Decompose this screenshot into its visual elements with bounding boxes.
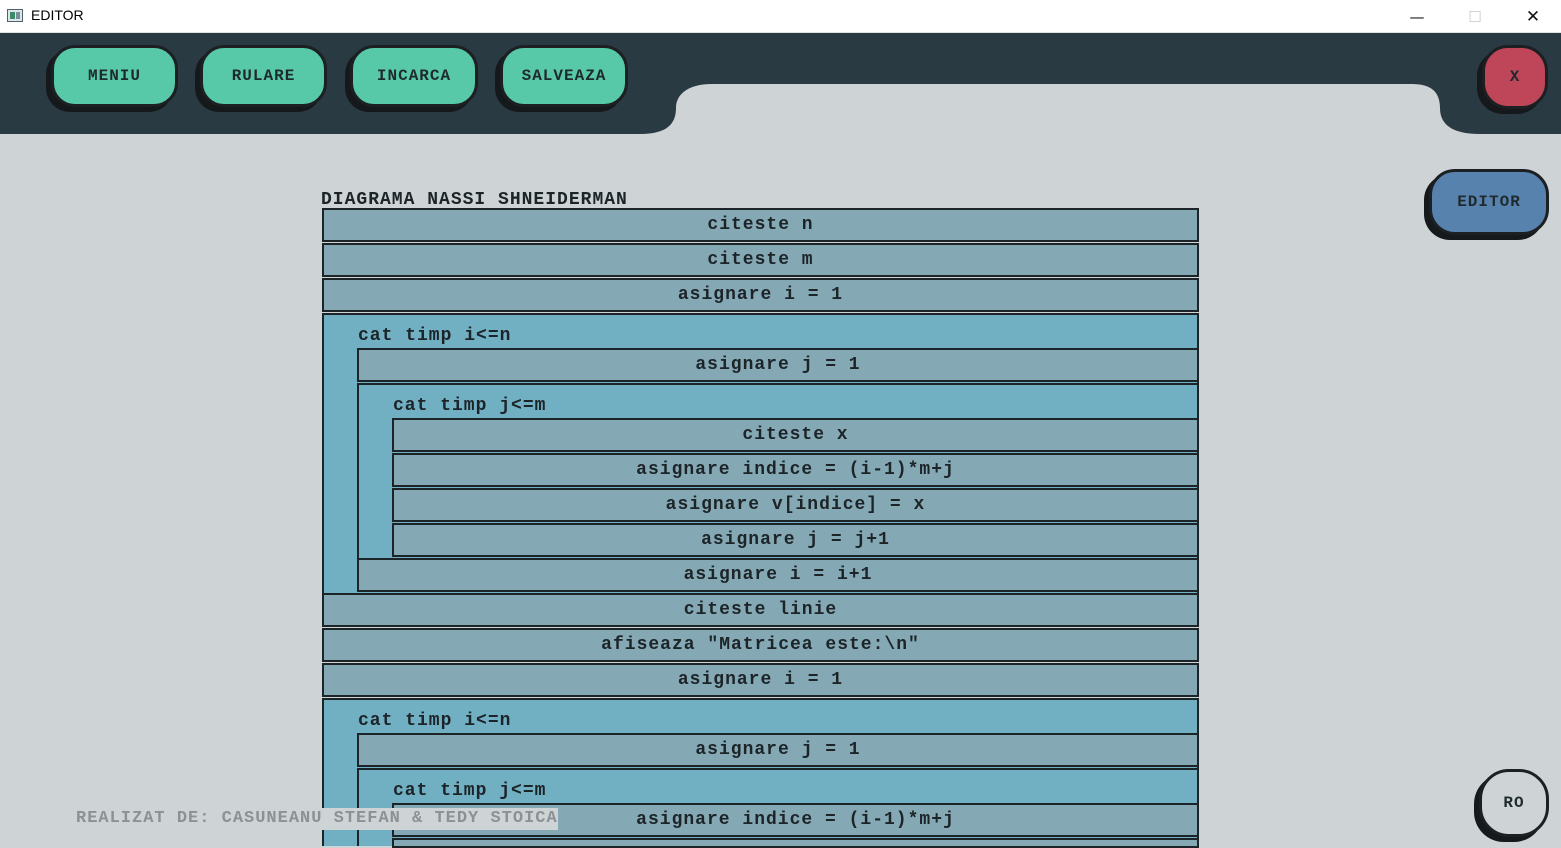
close-window-button[interactable]: ✕ xyxy=(1504,0,1561,33)
editor-button[interactable]: EDITOR xyxy=(1429,169,1549,235)
diagram-statement[interactable]: citeste m xyxy=(322,243,1199,277)
diagram-statement[interactable]: citeste n xyxy=(322,208,1199,242)
save-button[interactable]: SALVEAZA xyxy=(500,45,628,107)
language-button[interactable]: RO xyxy=(1479,769,1549,837)
diagram-statement[interactable]: asignare i = 1 xyxy=(322,663,1199,697)
diagram-statement[interactable]: asignare indice = (i-1)*m+j xyxy=(392,453,1199,487)
loop-condition: cat timp j<=m xyxy=(393,396,547,416)
diagram-statement[interactable]: asignare j = j+1 xyxy=(392,523,1199,557)
diagram-statement[interactable]: asignare j = 1 xyxy=(357,733,1199,767)
diagram-statement[interactable]: asignare v[indice] = x xyxy=(392,488,1199,522)
menu-button[interactable]: MENIU xyxy=(51,45,178,107)
diagram-statement[interactable]: asignare i = 1 xyxy=(322,278,1199,312)
loop-condition: cat timp i<=n xyxy=(358,711,512,731)
diagram-statement[interactable]: asignare j = 1 xyxy=(357,348,1199,382)
run-button[interactable]: RULARE xyxy=(200,45,327,107)
diagram-statement[interactable]: citeste x xyxy=(392,418,1199,452)
close-app-button[interactable]: X xyxy=(1482,45,1548,109)
window-titlebar: EDITOR — ☐ ✕ xyxy=(0,0,1561,33)
diagram-statement[interactable]: citeste linie xyxy=(322,593,1199,627)
maximize-button[interactable]: ☐ xyxy=(1446,0,1504,33)
diagram-statement[interactable]: asignare i = i+1 xyxy=(357,558,1199,592)
loop-condition: cat timp j<=m xyxy=(393,781,547,801)
diagram-statement[interactable] xyxy=(392,838,1199,848)
load-button[interactable]: INCARCA xyxy=(350,45,478,107)
credits-footer: REALIZAT DE: CASUNEANU STEFAN & TEDY STO… xyxy=(76,808,558,830)
diagram-statement[interactable]: afiseaza "Matricea este:\n" xyxy=(322,628,1199,662)
app-icon xyxy=(7,9,23,22)
minimize-button[interactable]: — xyxy=(1388,0,1446,33)
window-title: EDITOR xyxy=(31,7,84,23)
loop-condition: cat timp i<=n xyxy=(358,326,512,346)
diagram-title: DIAGRAMA NASSI SHNEIDERMAN xyxy=(321,190,628,210)
